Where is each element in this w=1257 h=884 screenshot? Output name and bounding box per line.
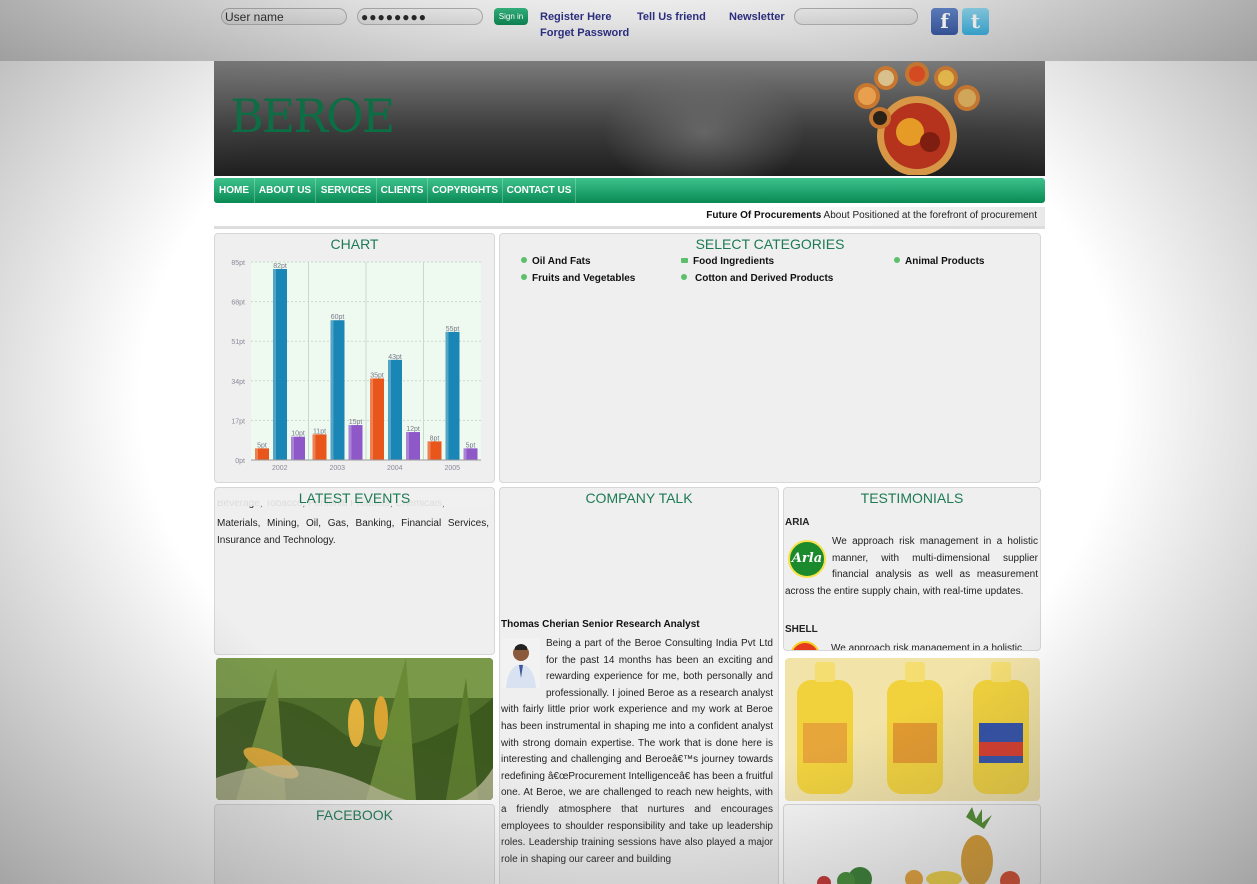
twitter-icon[interactable]: t [962, 8, 989, 35]
corn-field-image [216, 658, 493, 800]
testimonial-shell-text: We approach risk management in a holisti… [831, 643, 1023, 651]
chart-data-label: 5pt [257, 442, 267, 449]
chart-y-tick-label: 17pt [231, 418, 245, 425]
chart-data-label: 10pt [291, 431, 305, 438]
newsletter-label: Newsletter [729, 11, 785, 23]
categories-panel: SELECT CATEGORIES Oil And Fats Food Ingr… [499, 233, 1041, 483]
spice-bowls-image [854, 62, 980, 175]
nav-services[interactable]: SERVICES [316, 178, 377, 203]
chart-x-tick-label: 2003 [329, 465, 345, 472]
chart-panel: CHART 0pt 17pt 34pt 51pt 68pt 85pt 5pt 82pt 10pt… [214, 233, 495, 483]
testimonials-title: TESTIMONIALS [860, 490, 964, 506]
news-ticker: Future Of Procurements About Positioned … [214, 207, 1045, 229]
chart-bar-highlight [388, 359, 391, 460]
mountain-graphic [594, 66, 814, 176]
bullet-icon [681, 274, 687, 280]
category-animal-products[interactable]: Animal Products [894, 256, 984, 267]
nav-clients[interactable]: CLIENTS [377, 178, 428, 203]
bullet-icon [894, 257, 900, 263]
nav-about-us[interactable]: ABOUT US [255, 178, 316, 203]
latest-events-panel: Beverage, Tobacco, Personal Products, Ch… [214, 487, 495, 655]
bullet-icon [681, 258, 688, 263]
tell-friend-link[interactable]: Tell Us friend [637, 11, 706, 23]
testimonial-company-aria: ARIA [785, 517, 810, 528]
analyst-photo [502, 638, 540, 688]
top-bar: User name ●●●●●●●● Sign in Register Here… [0, 0, 1257, 61]
chart-bar-highlight [463, 448, 467, 460]
chart-bar-highlight [427, 441, 431, 460]
category-oil-and-fats[interactable]: Oil And Fats [521, 256, 591, 267]
nav-contact-us[interactable]: CONTACT US [503, 178, 576, 203]
chart-data-label: 5pt [466, 442, 476, 449]
category-food-ingredients[interactable]: Food Ingredients [681, 256, 774, 267]
chart-data-label: 12pt [406, 426, 420, 433]
chart-bar-highlight [348, 425, 352, 460]
testimonial-aria-text: Arla We approach risk management in a ho… [785, 534, 1038, 597]
category-fruits-and-vegetables[interactable]: Fruits and Vegetables [521, 273, 635, 284]
chart-data-label: 11pt [313, 428, 326, 435]
chart-bar-highlight [370, 378, 373, 460]
main-nav: HOME ABOUT US SERVICES CLIENTS COPYRIGHT… [214, 178, 1045, 203]
chart-bar-highlight [255, 448, 258, 460]
events-text: Materials, Mining, Oil, Gas, Banking, Fi… [217, 518, 489, 546]
chart-bar-highlight [273, 268, 276, 460]
ticker-text: About Positioned at the forefront of pro… [823, 210, 1037, 221]
categories-panel-title: SELECT CATEGORIES [695, 236, 845, 252]
events-panel-title: LATEST EVENTS [215, 490, 494, 506]
company-talk-title: COMPANY TALK [585, 490, 693, 506]
chart-bar-highlight [291, 436, 294, 460]
chart-data-label: 15pt [349, 419, 363, 426]
facebook-panel: FACEBOOK [214, 804, 495, 884]
chart-y-tick-label: 51pt [231, 339, 245, 346]
testimonials-panel: TESTIMONIALS ARIA Arla We approach risk … [783, 487, 1041, 651]
bullet-icon [521, 274, 527, 280]
bar-chart: 0pt 17pt 34pt 51pt 68pt 85pt 5pt 82pt 10pt 2002 11… [231, 260, 481, 472]
chart-y-tick-label: 0pt [235, 458, 245, 465]
chart-bar-highlight [445, 331, 449, 460]
chart-bar-highlight [330, 320, 334, 460]
cooking-oil-bottles-image [785, 658, 1040, 801]
company-talk-text: Being a part of the Beroe Consulting Ind… [501, 638, 773, 865]
arla-logo: Arla [786, 534, 826, 580]
chart-x-tick-label: 2002 [272, 465, 288, 472]
facebook-icon[interactable]: f [931, 8, 958, 35]
nav-home[interactable]: HOME [214, 178, 255, 203]
nav-copyrights[interactable]: COPYRIGHTS [428, 178, 503, 203]
chart-y-tick-label: 85pt [231, 260, 245, 267]
chart-data-label: 35pt [370, 372, 384, 379]
company-talk-panel: COMPANY TALK Thomas Cherian Senior Resea… [499, 487, 779, 884]
chart-bar-highlight [312, 434, 316, 460]
chart-x-tick-label: 2004 [387, 465, 403, 472]
chart-panel-title: CHART [330, 236, 379, 252]
username-input[interactable]: User name [221, 8, 347, 25]
header-banner: BEROE [214, 61, 1045, 176]
chart-data-label: 82pt [273, 263, 287, 270]
register-link[interactable]: Register Here [540, 11, 612, 23]
chart-bar-highlight [406, 432, 409, 460]
newsletter-input[interactable] [794, 8, 918, 25]
category-cotton-and-derived-products[interactable]: Cotton and Derived Products [681, 273, 833, 284]
facebook-panel-title: FACEBOOK [315, 807, 394, 823]
shell-logo [785, 641, 825, 650]
bullet-icon [521, 257, 527, 263]
beroe-logo[interactable]: BEROE [230, 89, 395, 143]
company-talk-author: Thomas Cherian Senior Research Analyst [501, 619, 700, 630]
chart-y-tick-label: 68pt [231, 300, 245, 307]
chart-data-label: 55pt [446, 326, 460, 333]
password-input[interactable]: ●●●●●●●● [357, 8, 483, 25]
chart-data-label: 8pt [430, 435, 440, 442]
fruits-panel [783, 804, 1041, 884]
fruits-image [817, 807, 1020, 884]
signin-button[interactable]: Sign in [494, 8, 528, 25]
chart-y-tick-label: 34pt [231, 379, 245, 386]
chart-x-tick-label: 2005 [444, 465, 460, 472]
chart-data-label: 43pt [388, 354, 402, 361]
testimonial-company-shell: SHELL [785, 624, 818, 635]
chart-data-label: 60pt [331, 314, 345, 321]
ticker-headline[interactable]: Future Of Procurements [706, 210, 821, 221]
forget-password-link[interactable]: Forget Password [540, 27, 629, 39]
